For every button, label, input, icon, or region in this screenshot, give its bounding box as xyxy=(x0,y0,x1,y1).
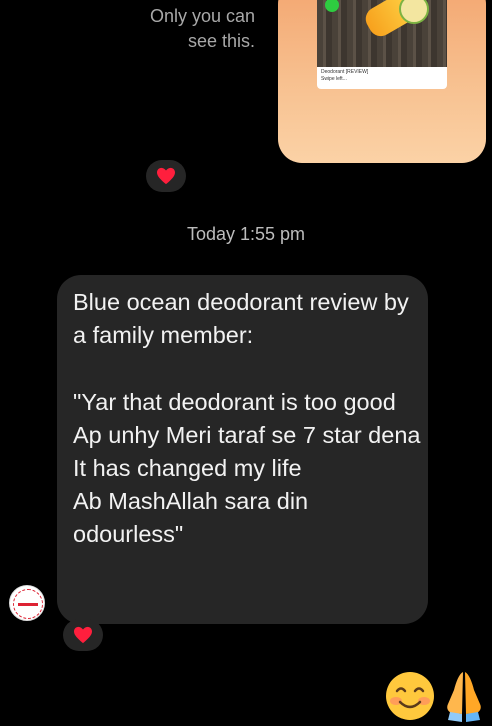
shared-post-card[interactable]: Deodorant [REVIEW] Swipe left... xyxy=(278,0,486,163)
only-you-notice: Only you can see this. xyxy=(120,4,255,54)
message-timestamp: Today 1:55 pm xyxy=(186,224,306,244)
product-photo xyxy=(317,0,447,67)
avatar[interactable] xyxy=(9,585,45,621)
notice-line-1: Only you can xyxy=(149,6,255,26)
shared-post-thumbnail[interactable]: Deodorant [REVIEW] Swipe left... xyxy=(317,0,447,89)
message-bubble[interactable]: Blue ocean deodorant review by a family … xyxy=(57,275,428,624)
green-dot-decoration xyxy=(325,0,339,12)
heart-icon xyxy=(157,167,175,185)
notice-line-2: see this. xyxy=(187,31,255,51)
deodorant-cap-image xyxy=(399,0,429,24)
caption-sub: Swipe left... xyxy=(321,76,347,82)
message-text: Blue ocean deodorant review by a family … xyxy=(73,289,421,548)
heart-icon xyxy=(74,626,92,644)
smiling-face-emoji-icon[interactable] xyxy=(384,670,436,722)
caption-title: Deodorant [REVIEW] xyxy=(321,69,369,75)
heart-reaction-2[interactable] xyxy=(63,619,103,651)
heart-reaction-1[interactable] xyxy=(146,160,186,192)
folded-hands-emoji-icon[interactable] xyxy=(440,668,488,724)
avatar-logo-bar xyxy=(18,603,38,606)
shared-post-caption: Deodorant [REVIEW] Swipe left... xyxy=(321,69,443,83)
